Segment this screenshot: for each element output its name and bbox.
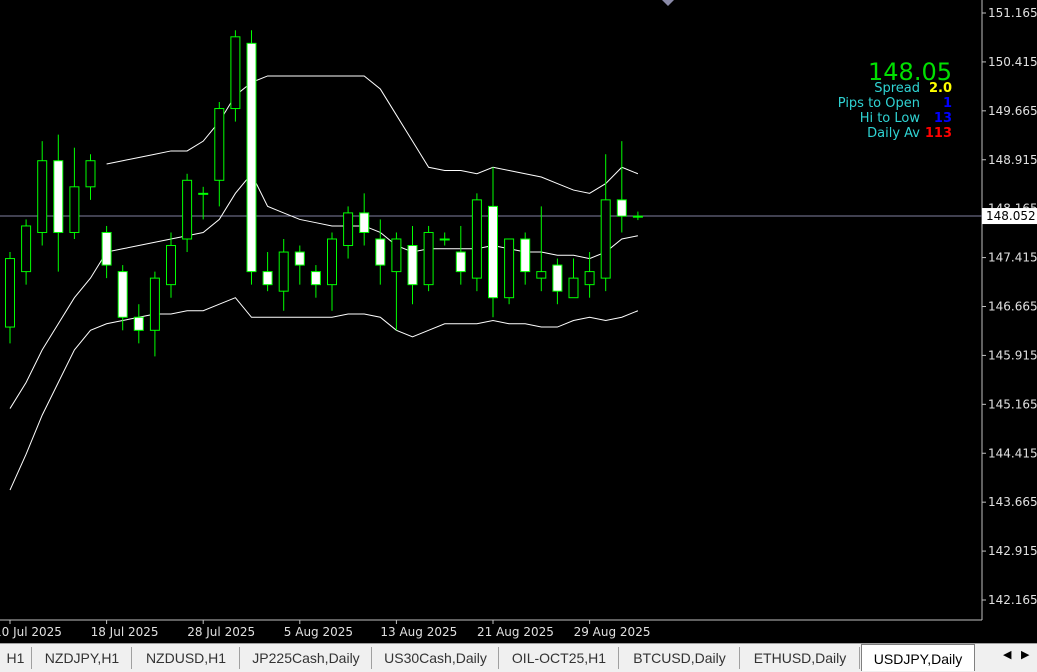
candle-body [423,231,434,286]
tab-nzdusd-h1[interactable]: NZDUSD,H1 [133,647,240,669]
scroll-left-arrow-icon[interactable]: ◀ [1003,648,1011,661]
y-tick-label: 145.165 [988,397,1037,411]
candle-body [262,271,273,286]
info-row-daily-av: Daily Av 113 [867,126,952,141]
y-tick-label: 148.915 [988,153,1037,167]
y-tick-label: 149.665 [988,104,1037,118]
period-separator-marker [662,0,674,6]
candle-body [359,212,370,233]
candle-body [568,277,579,299]
band-middle [9,172,638,409]
band-upper [106,75,639,194]
y-tick-label: 142.915 [988,544,1037,558]
y-tick-label: 150.415 [988,55,1037,69]
candle-body [471,199,482,279]
tab-oil-oct25-h1[interactable]: OIL-OCT25,H1 [500,647,619,669]
chart-area[interactable]: 151.165150.415149.665148.915148.165147.4… [0,0,1037,643]
info-label: Hi to Low [859,111,920,126]
candle-body [584,271,595,286]
x-tick-label: 29 Aug 2025 [574,625,651,639]
info-label: Daily Av [867,126,920,141]
tab-btcusd-daily[interactable]: BTCUSD,Daily [620,647,740,669]
candle-body [69,186,80,233]
info-value: 113 [924,126,952,141]
candle-body [198,192,209,195]
candle-body [246,42,257,273]
candle-body [391,238,402,273]
candle-body [214,108,225,181]
chart-tab-bar: H1 NZDJPY,H1 NZDUSD,H1 JP225Cash,Daily U… [0,643,1037,672]
y-tick-label: 147.415 [988,251,1037,265]
x-tick-label: 13 Aug 2025 [380,625,457,639]
candle-body [294,251,305,266]
tab-usdjpy-daily[interactable]: USDJPY,Daily [861,644,975,671]
candle-body [488,205,498,299]
y-tick-label: 145.915 [988,348,1037,362]
candle-body [149,277,160,331]
current-price-label: 148.052 [986,209,1036,223]
info-label: Pips to Open [837,96,920,111]
candle-body [85,160,96,188]
x-tick-label: 18 Jul 2025 [91,625,159,639]
candle-body [53,160,64,233]
candle-body [117,271,128,318]
candle-body [133,316,144,331]
info-value: 13 [933,111,952,126]
candle-body [407,245,418,286]
candle-body [278,251,289,292]
candle-body [504,238,515,299]
x-tick-label: 10 Jul 2025 [0,625,62,639]
tab-nzdjpy-h1[interactable]: NZDJPY,H1 [33,647,132,669]
info-row-hi-to-low: Hi to Low 13 [860,111,952,126]
candle-body [520,238,531,273]
candle-body [37,160,48,233]
candle-body [166,245,176,286]
candle-body [455,251,466,273]
tab-h1[interactable]: H1 [0,647,32,669]
candle-body [21,225,32,273]
candle-body [375,238,386,266]
candle-body [632,215,643,218]
tab-us30cash-daily[interactable]: US30Cash,Daily [373,647,499,669]
y-tick-label: 151.165 [988,6,1037,20]
info-label: Spread [874,81,920,96]
candle-body [439,238,450,241]
x-tick-label: 28 Jul 2025 [187,625,255,639]
tab-jp225cash-daily[interactable]: JP225Cash,Daily [241,647,372,669]
tab-ethusd-daily[interactable]: ETHUSD,Daily [741,647,860,669]
info-value: 2.0 [928,81,952,96]
candle-body [230,36,241,110]
candle-body [310,271,321,286]
y-tick-label: 142.165 [988,593,1037,607]
candle-body [327,238,337,286]
y-tick-label: 144.415 [988,446,1037,460]
band-lower [9,297,639,491]
candle-body [536,271,547,279]
y-tick-label: 143.665 [988,495,1037,509]
info-row-pips-to-open: Pips to Open 1 [838,96,952,111]
candle-body [182,179,193,240]
candle-body [101,231,112,266]
y-tick-label: 146.665 [988,300,1037,314]
candle-body [600,199,611,279]
info-value: 1 [942,96,952,111]
candle-body [343,212,354,247]
x-tick-label: 21 Aug 2025 [477,625,554,639]
candle-body [5,258,15,328]
info-row-spread: Spread 2.0 [874,81,952,96]
candle-body [552,264,563,292]
x-tick-label: 5 Aug 2025 [284,625,353,639]
candle-body [616,199,627,217]
scroll-right-arrow-icon[interactable]: ▶ [1021,648,1029,661]
